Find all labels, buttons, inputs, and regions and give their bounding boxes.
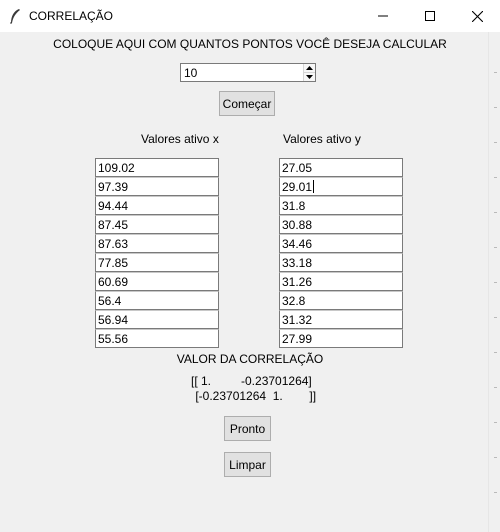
- x-value-input[interactable]: 94.44: [95, 196, 219, 215]
- y-value-input[interactable]: 34.46: [279, 234, 403, 253]
- spin-down-button[interactable]: [304, 72, 315, 80]
- x-values-header: Valores ativo x: [141, 132, 219, 146]
- correlation-matrix-row-1: [[ 1. -0.23701264]: [191, 374, 312, 388]
- triangle-up-icon: [306, 66, 313, 70]
- minimize-button[interactable]: [360, 0, 406, 32]
- close-button[interactable]: [454, 0, 500, 32]
- spin-arrows: [303, 64, 315, 81]
- y-value-text: 29.01: [282, 180, 313, 194]
- correlation-title: VALOR DA CORRELAÇÃO: [176, 352, 324, 366]
- x-value-input[interactable]: 109.02: [95, 158, 219, 177]
- y-values-header: Valores ativo y: [283, 132, 361, 146]
- x-value-input[interactable]: 56.4: [95, 291, 219, 310]
- points-spinbox[interactable]: 10: [180, 63, 316, 82]
- maximize-button[interactable]: [407, 0, 453, 32]
- x-value-input[interactable]: 56.94: [95, 310, 219, 329]
- x-values-list: 109.02 97.39 94.44 87.45 87.63 77.85 60.…: [95, 158, 219, 348]
- y-value-input[interactable]: 32.8: [279, 291, 403, 310]
- feather-icon: [8, 8, 22, 24]
- y-value-input[interactable]: 30.88: [279, 215, 403, 234]
- x-value-input[interactable]: 60.69: [95, 272, 219, 291]
- y-value-input[interactable]: 31.26: [279, 272, 403, 291]
- minimize-icon: [378, 15, 388, 17]
- title-bar: CORRELAÇÃO: [0, 0, 500, 32]
- y-value-input[interactable]: 27.05: [279, 158, 403, 177]
- maximize-icon: [425, 11, 435, 21]
- scrollbar-track[interactable]: [488, 32, 500, 532]
- instruction-label: COLOQUE AQUI COM QUANTOS PONTOS VOCÊ DES…: [53, 37, 447, 51]
- clear-button[interactable]: Limpar: [224, 452, 271, 477]
- triangle-down-icon: [306, 74, 313, 79]
- x-value-input[interactable]: 87.63: [95, 234, 219, 253]
- window-title: CORRELAÇÃO: [29, 9, 114, 23]
- y-value-input[interactable]: 31.32: [279, 310, 403, 329]
- start-button[interactable]: Começar: [219, 91, 275, 116]
- y-values-list: 27.05 29.01 31.8 30.88 34.46 33.18 31.26…: [279, 158, 403, 348]
- close-icon: [471, 10, 483, 22]
- correlation-matrix-row-2: [-0.23701264 1. ]]: [192, 389, 317, 403]
- y-value-input-focused[interactable]: 29.01: [279, 177, 403, 196]
- done-button[interactable]: Pronto: [224, 416, 271, 441]
- x-value-input[interactable]: 77.85: [95, 253, 219, 272]
- y-value-input[interactable]: 27.99: [279, 329, 403, 348]
- y-value-input[interactable]: 31.8: [279, 196, 403, 215]
- spin-up-button[interactable]: [304, 64, 315, 72]
- points-value[interactable]: 10: [184, 66, 197, 80]
- y-value-input[interactable]: 33.18: [279, 253, 403, 272]
- text-caret: [313, 180, 315, 193]
- x-value-input[interactable]: 97.39: [95, 177, 219, 196]
- x-value-input[interactable]: 87.45: [95, 215, 219, 234]
- x-value-input[interactable]: 55.56: [95, 329, 219, 348]
